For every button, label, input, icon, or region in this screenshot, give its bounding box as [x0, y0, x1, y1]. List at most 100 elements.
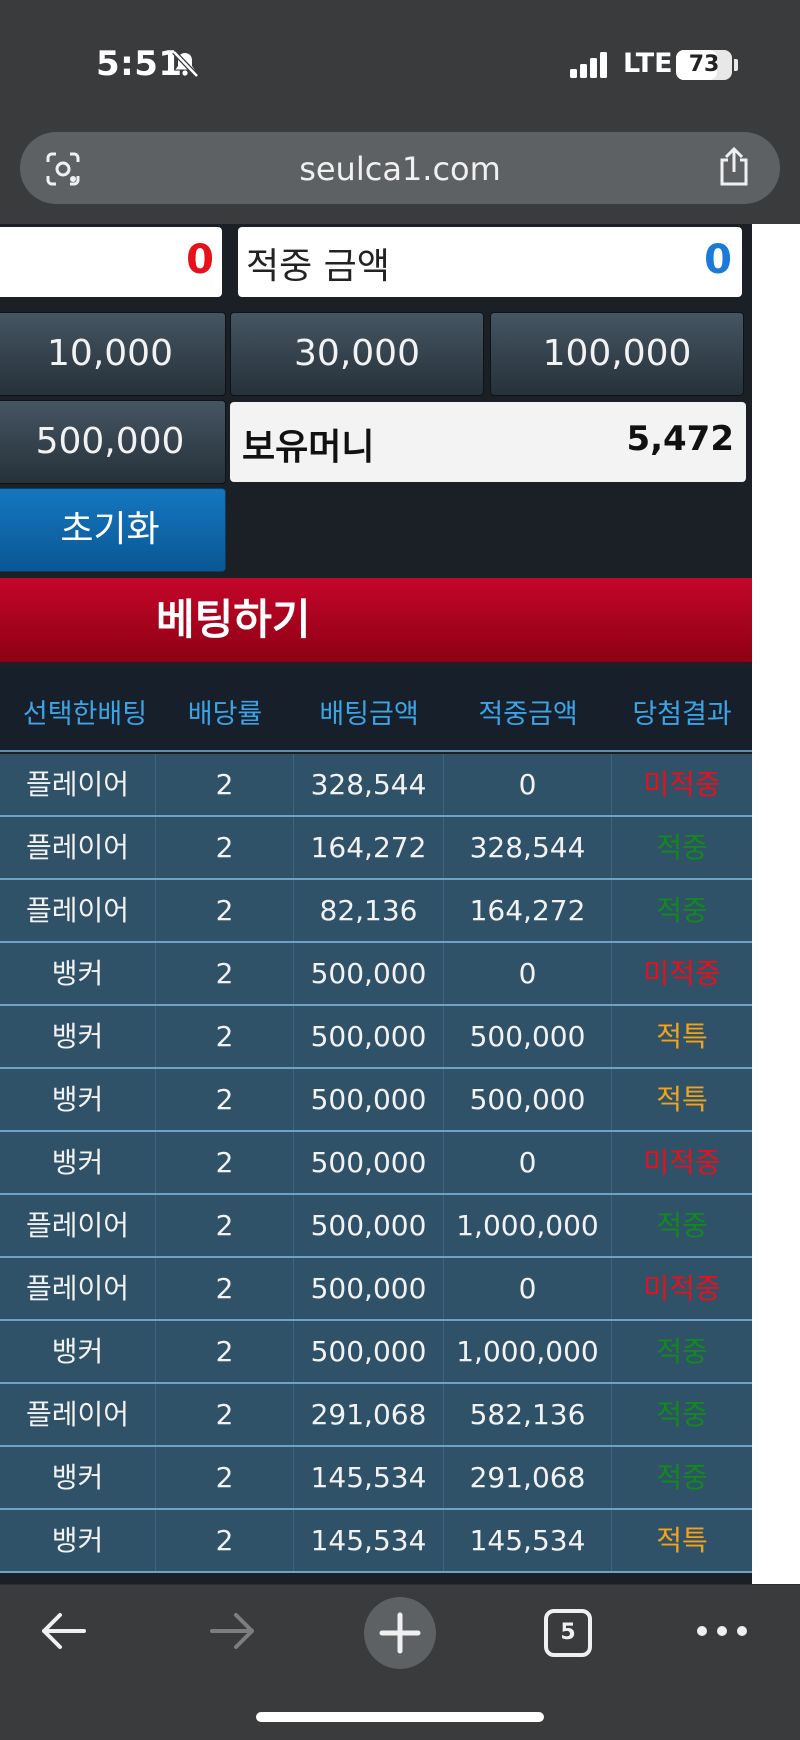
table-row: 뱅커 2 145,534 145,534 적특 [0, 1510, 752, 1573]
cell-odds: 2 [156, 1258, 294, 1319]
plus-icon [379, 1612, 421, 1654]
cell-pick: 뱅커 [0, 1132, 156, 1193]
cell-hit-amount: 0 [444, 1132, 612, 1193]
cell-hit-amount: 291,068 [444, 1447, 612, 1508]
chip-button-500000[interactable]: 500,000 [0, 400, 226, 484]
cell-hit-amount: 1,000,000 [444, 1195, 612, 1256]
cell-bet-amount: 500,000 [294, 1006, 444, 1067]
cell-odds: 2 [156, 1195, 294, 1256]
cell-pick: 뱅커 [0, 1447, 156, 1508]
cell-pick: 플레이어 [0, 1195, 156, 1256]
cell-pick: 뱅커 [0, 1069, 156, 1130]
forward-arrow-icon[interactable] [208, 1609, 258, 1653]
cell-result: 미적중 [643, 1272, 721, 1305]
web-content: 0 적중 금액 0 10,000 30,000 100,000 500,000 … [0, 224, 800, 1584]
cell-hit-amount: 328,544 [444, 817, 612, 878]
cell-result: 미적중 [643, 957, 721, 990]
bet-amount-value: 0 [186, 237, 214, 283]
status-bar: 5:51 LTE 73 [0, 0, 800, 120]
chip-button-10000[interactable]: 10,000 [0, 312, 226, 396]
cell-bet-amount: 82,136 [294, 880, 444, 941]
cell-bet-amount: 145,534 [294, 1447, 444, 1508]
cell-result: 적특 [656, 1083, 708, 1116]
place-bet-button[interactable]: 베팅하기 [0, 578, 752, 662]
url-text: seulca1.com [299, 150, 501, 188]
cell-odds: 2 [156, 1069, 294, 1130]
cell-hit-amount: 164,272 [444, 880, 612, 941]
cell-bet-amount: 164,272 [294, 817, 444, 878]
cell-odds: 2 [156, 1132, 294, 1193]
cell-odds: 2 [156, 1384, 294, 1445]
balance-value: 5,472 [626, 419, 734, 459]
cell-result: 미적중 [643, 768, 721, 801]
balance-label: 보유머니 [242, 427, 375, 468]
table-row: 뱅커 2 145,534 291,068 적중 [0, 1447, 752, 1510]
cell-pick: 플레이어 [0, 817, 156, 878]
cell-pick: 뱅커 [0, 1510, 156, 1571]
column-header-odds: 배당률 [187, 699, 263, 730]
browser-url-area: seulca1.com [0, 120, 800, 224]
cell-result: 적중 [656, 1461, 708, 1494]
network-label: LTE [623, 48, 673, 79]
table-row: 플레이어 2 328,544 0 미적중 [0, 754, 752, 817]
cell-result: 적중 [656, 1398, 708, 1431]
column-header-pick: 선택한배팅 [22, 699, 148, 730]
cell-odds: 2 [156, 1321, 294, 1382]
cell-bet-amount: 145,534 [294, 1510, 444, 1571]
cell-odds: 2 [156, 817, 294, 878]
chip-button-100000[interactable]: 100,000 [490, 312, 744, 396]
table-row: 플레이어 2 500,000 1,000,000 적중 [0, 1195, 752, 1258]
cell-hit-amount: 0 [444, 943, 612, 1004]
history-table-header: 선택한배팅 배당률 배팅금액 적중금액 당첨결과 [0, 668, 752, 752]
back-arrow-icon[interactable] [38, 1609, 88, 1653]
table-row: 뱅커 2 500,000 500,000 적특 [0, 1006, 752, 1069]
home-indicator[interactable] [256, 1712, 544, 1722]
new-tab-button[interactable] [364, 1597, 436, 1669]
cell-hit-amount: 500,000 [444, 1006, 612, 1067]
signal-icon [570, 52, 607, 78]
more-menu-icon[interactable] [696, 1621, 748, 1641]
share-icon[interactable] [716, 146, 752, 188]
cell-pick: 플레이어 [0, 1384, 156, 1445]
bell-muted-icon [172, 50, 199, 78]
cell-result: 적중 [656, 1335, 708, 1368]
chip-button-30000[interactable]: 30,000 [230, 312, 484, 396]
table-row: 플레이어 2 291,068 582,136 적중 [0, 1384, 752, 1447]
battery-cap [734, 59, 738, 71]
cell-odds: 2 [156, 1510, 294, 1571]
battery-icon: 73 [676, 50, 732, 80]
tab-count-button[interactable]: 5 [544, 1609, 592, 1657]
hit-amount-value: 0 [704, 237, 732, 283]
cell-bet-amount: 500,000 [294, 1321, 444, 1382]
cell-hit-amount: 0 [444, 754, 612, 815]
cell-hit-amount: 145,534 [444, 1510, 612, 1571]
table-row: 플레이어 2 500,000 0 미적중 [0, 1258, 752, 1321]
table-row: 뱅커 2 500,000 0 미적중 [0, 943, 752, 1006]
cell-odds: 2 [156, 880, 294, 941]
betting-panel: 0 적중 금액 0 10,000 30,000 100,000 500,000 … [0, 224, 752, 1584]
cell-odds: 2 [156, 1447, 294, 1508]
cell-hit-amount: 500,000 [444, 1069, 612, 1130]
cell-odds: 2 [156, 943, 294, 1004]
cell-result: 적중 [656, 894, 708, 927]
cell-result: 적중 [656, 831, 708, 864]
cell-bet-amount: 500,000 [294, 1069, 444, 1130]
cell-bet-amount: 291,068 [294, 1384, 444, 1445]
cell-result: 적특 [656, 1524, 708, 1557]
cell-pick: 뱅커 [0, 1006, 156, 1067]
cell-pick: 뱅커 [0, 943, 156, 1004]
address-bar[interactable]: seulca1.com [20, 132, 780, 204]
cell-result: 미적중 [643, 1146, 721, 1179]
history-table-body: 플레이어 2 328,544 0 미적중 플레이어 2 164,272 328,544 적중 플레이… [0, 754, 752, 1573]
cell-bet-amount: 328,544 [294, 754, 444, 815]
cell-pick: 플레이어 [0, 880, 156, 941]
cell-pick: 뱅커 [0, 1321, 156, 1382]
battery-level: 73 [688, 52, 720, 77]
column-header-result: 당첨결과 [632, 699, 732, 730]
reset-button[interactable]: 초기화 [0, 488, 226, 572]
table-row: 뱅커 2 500,000 1,000,000 적중 [0, 1321, 752, 1384]
cell-bet-amount: 500,000 [294, 1195, 444, 1256]
cell-bet-amount: 500,000 [294, 1258, 444, 1319]
cell-pick: 플레이어 [0, 754, 156, 815]
cell-hit-amount: 1,000,000 [444, 1321, 612, 1382]
